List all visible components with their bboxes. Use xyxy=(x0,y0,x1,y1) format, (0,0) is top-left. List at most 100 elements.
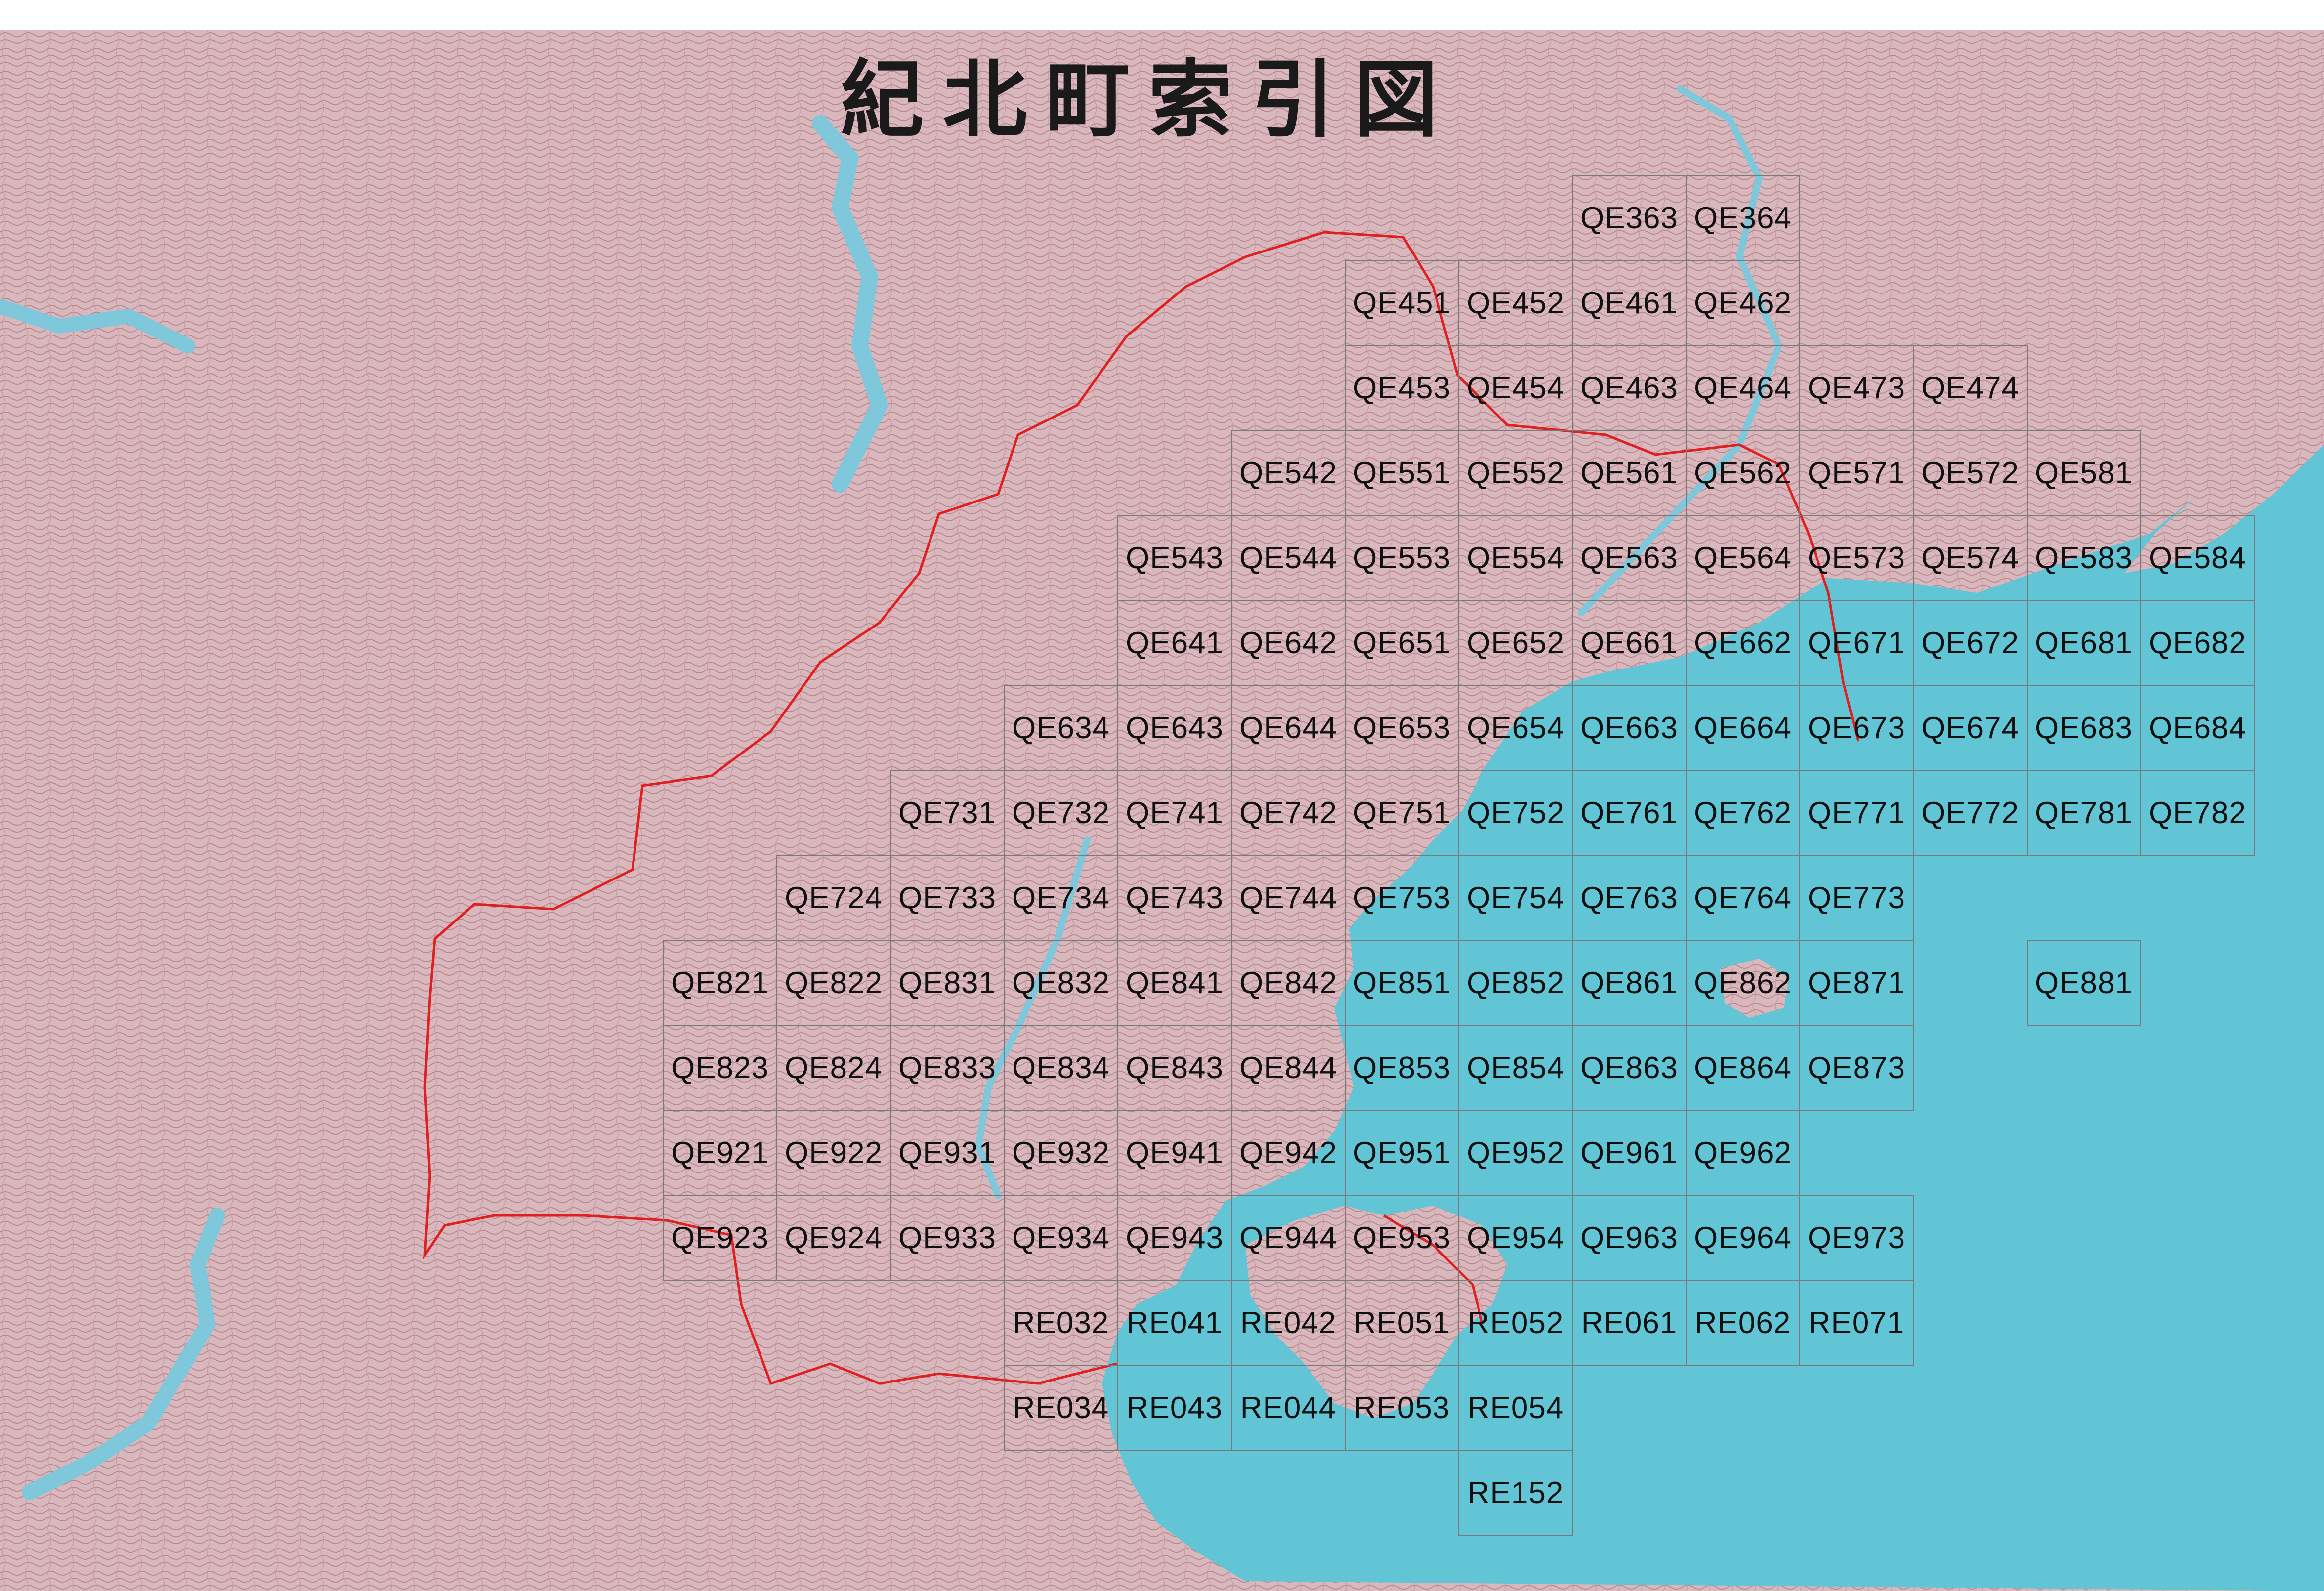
index-cell-label: QE863 xyxy=(1580,1051,1678,1085)
index-cell-label: QE562 xyxy=(1694,456,1792,490)
index-cell-label: QE732 xyxy=(1012,796,1110,830)
index-cell-label: QE782 xyxy=(2149,796,2246,830)
index-cell-label: RE051 xyxy=(1354,1306,1450,1340)
index-cell-label: QE742 xyxy=(1239,796,1337,830)
index-cell-label: QE654 xyxy=(1467,711,1564,745)
index-cell-label: QE572 xyxy=(1921,456,2019,490)
index-cell-label: QE551 xyxy=(1353,456,1451,490)
index-cell-label: QE842 xyxy=(1239,966,1337,1000)
index-cell-label: QE773 xyxy=(1808,881,1905,915)
index-cell-label: RE042 xyxy=(1240,1306,1337,1340)
index-cell-label: QE862 xyxy=(1694,966,1792,1000)
index-cell-label: QE734 xyxy=(1012,881,1110,915)
index-cell-label: QE653 xyxy=(1353,711,1451,745)
index-cell-label: QE822 xyxy=(785,966,883,1000)
index-cell-label: QE643 xyxy=(1126,711,1224,745)
index-cell-label: RE044 xyxy=(1240,1391,1337,1425)
index-cell-label: QE642 xyxy=(1239,626,1337,660)
index-cell-label: QE652 xyxy=(1467,626,1564,660)
index-cell-label: QE941 xyxy=(1126,1136,1224,1170)
index-cell-label: QE832 xyxy=(1012,966,1110,1000)
index-cell-label: QE682 xyxy=(2149,626,2246,660)
index-cell-label: QE563 xyxy=(1580,541,1678,575)
index-cell-label: QE752 xyxy=(1467,796,1564,830)
index-cell-label: QE924 xyxy=(785,1221,883,1255)
index-cell-label: RE062 xyxy=(1695,1306,1791,1340)
index-cell-label: QE661 xyxy=(1580,626,1678,660)
index-cell-label: QE923 xyxy=(671,1221,769,1255)
index-cell-label: QE662 xyxy=(1694,626,1792,660)
index-cell-label: QE634 xyxy=(1012,711,1110,745)
index-cell-label: QE852 xyxy=(1467,966,1564,1000)
index-cell-label: QE821 xyxy=(671,966,769,1000)
index-cell-label: QE751 xyxy=(1353,796,1451,830)
index-cell-label: RE152 xyxy=(1468,1476,1564,1510)
index-cell-label: QE933 xyxy=(898,1221,996,1255)
index-cell-label: QE581 xyxy=(2035,456,2133,490)
index-cell-label: QE932 xyxy=(1012,1136,1110,1170)
index-cell-label: QE724 xyxy=(785,881,883,915)
index-cell-label: QE952 xyxy=(1467,1136,1564,1170)
index-cell-label: QE741 xyxy=(1126,796,1224,830)
index-cell-label: QE664 xyxy=(1694,711,1792,745)
index-cell-label: QE772 xyxy=(1921,796,2019,830)
index-cell-label: QE824 xyxy=(785,1051,883,1085)
index-cell-label: QE641 xyxy=(1126,626,1224,660)
index-cell-label: QE963 xyxy=(1580,1221,1678,1255)
index-cell-label: RE054 xyxy=(1468,1391,1564,1425)
index-cell-label: QE681 xyxy=(2035,626,2133,660)
index-cell-label: QE673 xyxy=(1808,711,1905,745)
index-cell-label: QE731 xyxy=(898,796,996,830)
index-cell-label: QE843 xyxy=(1126,1051,1224,1085)
index-cell-label: QE861 xyxy=(1580,966,1678,1000)
index-cell-label: QE463 xyxy=(1580,371,1678,405)
index-cell-label: QE864 xyxy=(1694,1051,1792,1085)
index-cell-label: QE644 xyxy=(1239,711,1337,745)
index-cell-label: QE973 xyxy=(1808,1221,1905,1255)
index-cell-label: QE453 xyxy=(1353,371,1451,405)
index-cell-label: RE053 xyxy=(1354,1391,1450,1425)
index-cell-label: QE962 xyxy=(1694,1136,1792,1170)
index-cell-label: QE954 xyxy=(1467,1221,1564,1255)
index-cell-label: QE844 xyxy=(1239,1051,1337,1085)
index-cell-label: QE651 xyxy=(1353,626,1451,660)
index-cell-label: RE052 xyxy=(1468,1306,1564,1340)
index-cell-label: QE454 xyxy=(1467,371,1564,405)
index-cell-label: QE763 xyxy=(1580,881,1678,915)
index-cell-label: QE942 xyxy=(1239,1136,1337,1170)
index-cell-label: QE964 xyxy=(1694,1221,1792,1255)
index-map: QE363 QE364 QE451 QE452 QE461 QE462 QE453 QE454… xyxy=(0,0,2324,1591)
index-cell-label: QE573 xyxy=(1808,541,1905,575)
index-cell-label: QE771 xyxy=(1808,796,1905,830)
index-cell-label: QE931 xyxy=(898,1136,996,1170)
index-cell-label: QE461 xyxy=(1580,286,1678,320)
index-cell-label: QE764 xyxy=(1694,881,1792,915)
index-cell-label: QE584 xyxy=(2149,541,2246,575)
index-cell-label: QE553 xyxy=(1353,541,1451,575)
index-cell-label: QE833 xyxy=(898,1051,996,1085)
index-cell-label: QE754 xyxy=(1467,881,1564,915)
index-cell-label: QE854 xyxy=(1467,1051,1564,1085)
index-cell-label: QE851 xyxy=(1353,966,1451,1000)
index-cell-label: QE922 xyxy=(785,1136,883,1170)
index-cell-label: QE571 xyxy=(1808,456,1905,490)
index-cell-label: QE744 xyxy=(1239,881,1337,915)
index-cell-label: QE881 xyxy=(2035,966,2133,1000)
index-cell-label: QE473 xyxy=(1808,371,1905,405)
index-cell-label: QE961 xyxy=(1580,1136,1678,1170)
index-cell-label: QE743 xyxy=(1126,881,1224,915)
index-cell-label: QE671 xyxy=(1808,626,1905,660)
index-cell-label: QE873 xyxy=(1808,1051,1905,1085)
index-cell-label: QE841 xyxy=(1126,966,1224,1000)
index-cell-label: RE041 xyxy=(1127,1306,1223,1340)
index-cell-label: QE474 xyxy=(1921,371,2019,405)
index-cell-label: QE684 xyxy=(2149,711,2246,745)
index-cell-label: QE554 xyxy=(1467,541,1564,575)
map-canvas: QE363 QE364 QE451 QE452 QE461 QE462 QE453 QE454… xyxy=(0,30,2324,1591)
index-cell-label: QE464 xyxy=(1694,371,1792,405)
index-cell-label: QE934 xyxy=(1012,1221,1110,1255)
index-cell-label: QE561 xyxy=(1580,456,1678,490)
index-cell-label: QE823 xyxy=(671,1051,769,1085)
index-cell-label: QE753 xyxy=(1353,881,1451,915)
index-cell-label: QE552 xyxy=(1467,456,1564,490)
